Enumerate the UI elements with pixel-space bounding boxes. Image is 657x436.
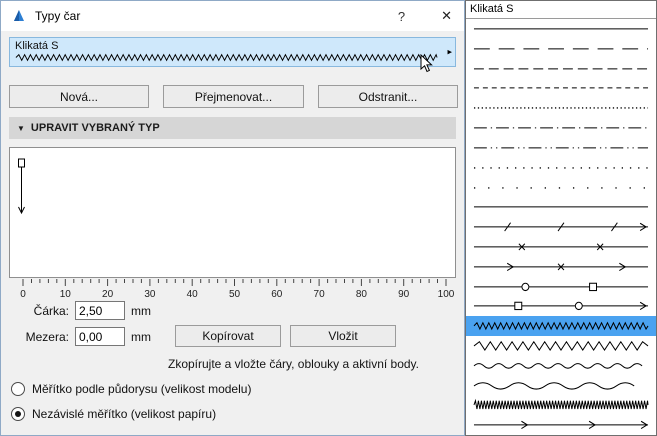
scale-model-label: Měřítko podle půdorysu (velikost modelu) bbox=[32, 382, 252, 396]
scale-paper-label: Nezávislé měřítko (velikost papíru) bbox=[32, 407, 217, 421]
line-pattern-marks-slash bbox=[473, 222, 649, 232]
radio-icon bbox=[11, 382, 25, 396]
window-title: Typy čar bbox=[35, 9, 81, 23]
line-type-row[interactable] bbox=[466, 415, 656, 435]
line-pattern-dash-dot-dot bbox=[473, 147, 649, 149]
line-pattern-zigzag-s bbox=[473, 321, 649, 331]
line-type-row[interactable] bbox=[466, 39, 656, 59]
line-pattern-very-sparse-dots bbox=[473, 186, 649, 189]
line-pattern-sine-wave-large bbox=[473, 381, 635, 390]
line-pattern-triangle-wave bbox=[473, 340, 649, 351]
line-type-row[interactable] bbox=[466, 336, 656, 356]
dash-length-label: Čárka: bbox=[33, 304, 69, 318]
line-types-dialog: Typy čar ? ✕ Klikatá S ▸ Nová... Přejmen… bbox=[0, 0, 465, 436]
selected-line-preview bbox=[15, 53, 438, 62]
close-button[interactable]: ✕ bbox=[441, 8, 452, 24]
ruler-label: 80 bbox=[356, 289, 368, 300]
line-type-row[interactable] bbox=[466, 178, 656, 198]
line-type-row[interactable] bbox=[466, 98, 656, 118]
line-type-row[interactable] bbox=[466, 118, 656, 138]
line-pattern-short-dash bbox=[473, 87, 649, 89]
line-type-row[interactable] bbox=[466, 197, 656, 217]
line-pattern-marks-circle-square bbox=[473, 282, 649, 291]
ruler-label: 30 bbox=[144, 289, 156, 300]
line-type-selector[interactable]: Klikatá S ▸ bbox=[9, 37, 456, 67]
line-pattern-marks-arrow bbox=[473, 421, 649, 430]
line-type-preview-panel: Klikatá S bbox=[465, 0, 657, 436]
popup-arrow-icon: ▸ bbox=[447, 46, 452, 57]
line-type-row[interactable] bbox=[466, 138, 656, 158]
line-pattern-dash-dot bbox=[473, 127, 649, 129]
line-type-row[interactable] bbox=[466, 356, 656, 376]
line-type-row[interactable] bbox=[466, 376, 656, 396]
line-type-row[interactable] bbox=[466, 78, 656, 98]
edit-section-header[interactable]: ▼ UPRAVIT VYBRANÝ TYP bbox=[9, 117, 456, 139]
help-button[interactable]: ? bbox=[398, 9, 405, 24]
line-pattern-sparse-dots bbox=[473, 166, 649, 169]
line-pattern-sine-wave bbox=[473, 362, 643, 369]
line-type-row[interactable] bbox=[466, 19, 656, 39]
line-type-row[interactable] bbox=[466, 296, 656, 316]
ruler-label: 10 bbox=[60, 289, 72, 300]
delete-button[interactable]: Odstranit... bbox=[318, 85, 458, 108]
dash-segment-handle[interactable] bbox=[16, 158, 28, 220]
gap-unit-label: mm bbox=[131, 330, 151, 344]
line-pattern-marks-x bbox=[473, 243, 649, 251]
line-pattern-marks-circle-square-2 bbox=[473, 302, 649, 311]
scale-paper-radio[interactable]: Nezávislé měřítko (velikost papíru) bbox=[11, 407, 216, 421]
line-edit-canvas[interactable] bbox=[9, 147, 456, 278]
radio-checked-icon bbox=[11, 407, 25, 421]
line-pattern-dense-zigzag bbox=[473, 399, 649, 410]
ruler-label: 90 bbox=[398, 289, 410, 300]
dash-length-input[interactable] bbox=[75, 301, 125, 320]
line-type-row[interactable] bbox=[466, 237, 656, 257]
ruler-label: 70 bbox=[314, 289, 326, 300]
rename-button[interactable]: Přejmenovat... bbox=[163, 85, 304, 108]
app-icon bbox=[14, 10, 24, 21]
ruler-label: 100 bbox=[438, 289, 455, 300]
line-type-list bbox=[466, 19, 656, 435]
ruler-label: 50 bbox=[229, 289, 241, 300]
collapse-arrow-icon: ▼ bbox=[17, 123, 25, 133]
ruler-label: 20 bbox=[102, 289, 114, 300]
gap-length-input[interactable] bbox=[75, 327, 125, 346]
gap-length-label: Mezera: bbox=[25, 330, 69, 344]
dash-unit-label: mm bbox=[131, 304, 151, 318]
scale-model-radio[interactable]: Měřítko podle půdorysu (velikost modelu) bbox=[11, 382, 251, 396]
line-type-row[interactable] bbox=[466, 59, 656, 79]
new-button[interactable]: Nová... bbox=[9, 85, 149, 108]
line-pattern-dashed bbox=[473, 68, 649, 70]
mouse-cursor bbox=[420, 54, 433, 73]
line-type-row[interactable] bbox=[466, 277, 656, 297]
copy-paste-hint: Zkopírujte a vložte čáry, oblouky a akti… bbox=[167, 357, 419, 371]
paste-button[interactable]: Vložit bbox=[290, 325, 396, 347]
line-pattern-solid bbox=[473, 28, 649, 30]
line-pattern-long-dash bbox=[473, 48, 649, 50]
copy-button[interactable]: Kopírovat bbox=[175, 325, 281, 347]
line-type-row[interactable] bbox=[466, 158, 656, 178]
ruler-label: 40 bbox=[187, 289, 199, 300]
ruler-label: 0 bbox=[20, 289, 26, 300]
titlebar[interactable]: Typy čar ? ✕ bbox=[1, 1, 464, 31]
line-pattern-solid bbox=[473, 206, 649, 208]
line-pattern-dotted bbox=[473, 107, 649, 109]
app: Typy čar ? ✕ Klikatá S ▸ Nová... Přejmen… bbox=[0, 0, 657, 436]
line-type-row[interactable] bbox=[466, 257, 656, 277]
preview-panel-header: Klikatá S bbox=[466, 1, 656, 19]
edit-section-title: UPRAVIT VYBRANÝ TYP bbox=[30, 122, 160, 134]
ruler-label: 60 bbox=[271, 289, 283, 300]
ruler: 0 10 20 30 40 50 60 70 80 90 100 bbox=[20, 279, 455, 300]
line-pattern-marks-x-arrow bbox=[473, 262, 649, 271]
line-type-row[interactable] bbox=[466, 217, 656, 237]
line-type-row[interactable] bbox=[466, 316, 656, 336]
line-type-row[interactable] bbox=[466, 395, 656, 415]
